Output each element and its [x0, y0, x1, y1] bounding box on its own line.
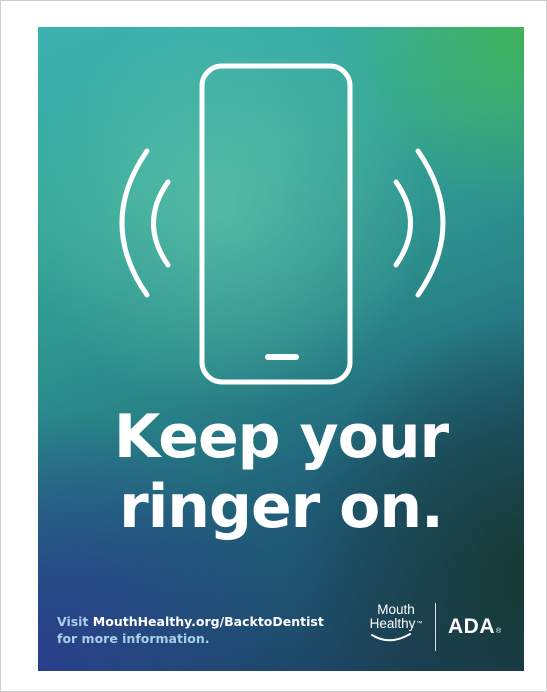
sponsor-logos: Mouth Healthy™ ADA® [364, 601, 514, 657]
ringing-phone-illustration [119, 63, 446, 385]
mouth-healthy-logo: Mouth Healthy™ [364, 603, 428, 631]
mouth-healthy-word-1: Mouth [377, 602, 415, 617]
mouth-healthy-word-2: Healthy [369, 616, 416, 631]
ringing-phone-icon [199, 63, 353, 385]
logo-divider [435, 603, 436, 651]
ada-logo: ADA® [448, 615, 502, 639]
registered-mark: ® [496, 628, 502, 635]
footer-info: Visit MouthHealthy.org/BacktoDentist for… [57, 613, 324, 647]
smile-swoosh-icon [371, 633, 411, 642]
ada-wordmark: ADA [448, 615, 495, 638]
footer-line-2: for more information. [57, 631, 210, 646]
footer-line-1: Visit MouthHealthy.org/BacktoDentist [57, 613, 324, 630]
page-frame: Keep your ringer on. Visit MouthHealthy.… [0, 0, 547, 692]
headline-line-1: Keep your [113, 402, 449, 472]
headline-line-2: ringer on. [119, 472, 444, 542]
poster: Keep your ringer on. Visit MouthHealthy.… [38, 27, 524, 671]
sound-waves-right-icon [393, 148, 446, 298]
footer-prefix: Visit [57, 614, 93, 629]
footer-url-link[interactable]: MouthHealthy.org/BacktoDentist [93, 614, 324, 629]
sound-waves-left-icon [119, 148, 171, 298]
trademark-mark: ™ [416, 621, 423, 627]
